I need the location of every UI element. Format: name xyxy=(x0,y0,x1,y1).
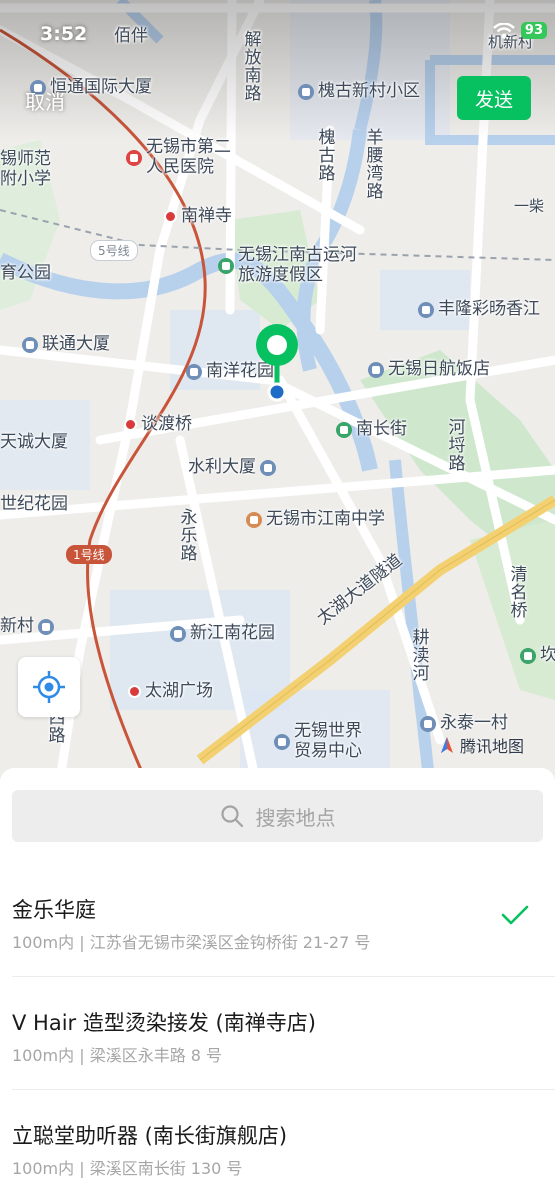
result-item-1[interactable]: V Hair 造型烫染接发 (南禅寺店) 100m内 | 梁溪区永丰路 8 号 xyxy=(0,977,555,1090)
map-view[interactable]: 佰伴 机新村 恒通国际大厦 解放南路 槐古新村小区 槐古路 羊腰湾路 一柴 无锡… xyxy=(0,0,555,790)
map-label-shiji: 世纪花园 xyxy=(0,494,68,514)
map-label-teacher-school: 锡师范 附小学 xyxy=(0,149,51,189)
home-icon xyxy=(38,618,54,635)
building-icon xyxy=(22,336,38,353)
metro-line-1-badge: 1号线 xyxy=(66,545,112,564)
scenic-icon xyxy=(218,257,234,274)
building-icon xyxy=(274,733,290,750)
result-address: 100m内 | 梁溪区永丰路 8 号 xyxy=(12,1046,223,1065)
map-poi-jiangnan-school: 无锡市江南中学 xyxy=(246,509,385,530)
map-metro-taihu-square: 太湖广场 xyxy=(128,681,213,702)
send-button[interactable]: 发送 xyxy=(457,76,531,120)
school-icon xyxy=(246,511,262,528)
metro-station-icon xyxy=(124,418,137,432)
map-label-chai: 一柴 xyxy=(514,197,545,215)
wifi-icon xyxy=(493,22,515,38)
result-name: 金乐华庭 xyxy=(12,898,96,922)
locate-icon xyxy=(33,671,65,703)
tencent-map-logo: 腾讯地图 xyxy=(438,733,524,757)
map-poi-liantong: 联通大厦 xyxy=(22,334,110,355)
map-label-jiefang-south: 解放南路 xyxy=(240,30,261,102)
map-metro-tandu: 谈渡桥 xyxy=(124,414,192,435)
status-time: 3:52 xyxy=(40,23,88,45)
map-poi-huaigu-village: 槐古新村小区 xyxy=(298,81,420,102)
map-poi-kan: 坎 xyxy=(520,645,555,666)
locate-button[interactable] xyxy=(18,657,80,717)
location-pin[interactable] xyxy=(253,322,301,402)
search-icon xyxy=(220,805,243,828)
home-icon xyxy=(186,363,202,380)
home-icon xyxy=(298,83,314,100)
battery-indicator: 93 xyxy=(520,22,547,39)
map-pin-icon xyxy=(256,324,298,402)
search-placeholder: 搜索地点 xyxy=(255,805,336,830)
building-icon xyxy=(260,459,276,476)
map-poi-xin-village: 新村 xyxy=(0,616,54,637)
map-label-peiban: 佰伴 xyxy=(114,26,148,46)
search-input[interactable]: 搜索地点 xyxy=(12,790,543,842)
cancel-button[interactable]: 取消 xyxy=(25,86,65,115)
map-label-qingming-2: 清名桥 xyxy=(506,565,527,619)
result-item-2[interactable]: 立聪堂助听器 (南长街旗舰店) 100m内 | 梁溪区南长街 130 号 xyxy=(0,1090,555,1200)
map-label-huaigu-road: 槐古路 xyxy=(314,128,335,182)
map-poi-wtc: 无锡世界 贸易中心 xyxy=(274,721,362,761)
status-icons: 93 xyxy=(493,22,547,39)
map-label-yangyao-bay: 羊腰湾路 xyxy=(362,128,383,200)
map-poi-fenglong: 丰隆彩旸香江 xyxy=(418,299,540,320)
home-icon xyxy=(420,715,436,732)
metro-station-icon xyxy=(164,210,177,224)
result-address: 100m内 | 梁溪区南长街 130 号 xyxy=(12,1159,243,1178)
hotel-icon xyxy=(368,361,384,378)
location-sheet: 搜索地点 金乐华庭 100m内 | 江苏省无锡市梁溪区金钩桥街 21-27 号 … xyxy=(0,768,555,1200)
map-label-gengdu-river: 耕渎河 xyxy=(408,628,429,682)
map-label-tiancheng: 天诚大厦 xyxy=(0,432,68,452)
map-poi-yongtai: 永泰一村 xyxy=(420,713,508,734)
map-label-yongle-road: 永乐路 xyxy=(176,508,197,562)
check-icon xyxy=(501,905,529,925)
hospital-icon xyxy=(126,149,142,166)
map-poi-rihang: 无锡日航饭店 xyxy=(368,359,490,380)
home-icon xyxy=(418,301,434,318)
scenic-icon xyxy=(336,421,352,438)
map-label-qingming: 河埒路 xyxy=(444,418,465,472)
result-name: V Hair 造型烫染接发 (南禅寺店) xyxy=(12,1011,316,1035)
map-poi-shuili: 水利大厦 xyxy=(188,457,276,478)
map-poi-xinjiangnan: 新江南花园 xyxy=(170,623,275,644)
map-poi-canal-resort: 无锡江南古运河 旅游度假区 xyxy=(218,245,357,285)
metro-line-5-badge: 5号线 xyxy=(90,240,138,261)
map-poi-nanchang-street: 南长街 xyxy=(336,419,407,440)
map-poi-no2-hospital: 无锡市第二人民医院 xyxy=(126,137,236,177)
map-metro-nanchan: 南禅寺 xyxy=(164,206,232,227)
compass-icon xyxy=(441,737,453,753)
result-address: 100m内 | 江苏省无锡市梁溪区金钩桥街 21-27 号 xyxy=(12,933,371,952)
map-label-yu-park: 育公园 xyxy=(0,263,51,283)
result-item-0[interactable]: 金乐华庭 100m内 | 江苏省无锡市梁溪区金钩桥街 21-27 号 xyxy=(0,864,555,977)
result-name: 立聪堂助听器 (南长街旗舰店) xyxy=(12,1124,288,1148)
scenic-icon xyxy=(520,647,536,664)
metro-station-icon xyxy=(128,685,141,699)
home-icon xyxy=(170,625,186,642)
